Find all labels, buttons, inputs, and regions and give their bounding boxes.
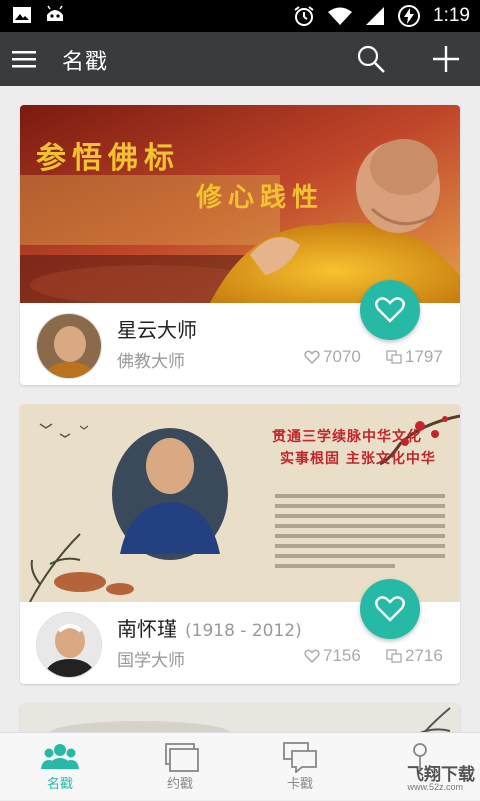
nav-label: 名戳 (46, 777, 73, 792)
people-icon (41, 744, 79, 769)
master-card[interactable] (20, 703, 460, 732)
app-bar: 名戳 (0, 32, 480, 86)
search-icon[interactable] (356, 44, 386, 74)
add-icon[interactable] (430, 43, 462, 75)
master-name: 星云大师 (117, 318, 197, 342)
heart-icon (375, 297, 405, 323)
watermark: 飞翔下载 www.52z.com (385, 760, 475, 798)
nav-label: 约戳 (166, 777, 193, 792)
heart-outline-icon (304, 649, 320, 663)
nav-item-mingchuo[interactable]: 名戳 (0, 733, 120, 801)
signal-icon (366, 7, 385, 25)
nav-label: 卡戳 (286, 777, 313, 792)
avatar[interactable] (36, 313, 102, 379)
chat-cards-icon (283, 742, 317, 773)
master-category: 佛教大师 (117, 352, 185, 372)
banner-slogan-2: 修心践性 (196, 183, 325, 213)
android-icon (47, 5, 63, 21)
master-years: (1918 - 2012) (185, 621, 302, 641)
master-category: 国学大师 (117, 651, 185, 671)
avatar[interactable] (36, 612, 102, 678)
share-icon (386, 649, 402, 663)
banner-slogan-1: 贯通三学续脉中华文化 (272, 429, 422, 445)
battery-charging-icon (398, 5, 421, 27)
status-bar: 1:19 (0, 0, 480, 32)
menu-icon[interactable] (12, 47, 36, 71)
heart-icon (375, 596, 405, 622)
master-name: 南怀瑾 (1918 - 2012) (117, 617, 302, 641)
banner-slogan-2: 实事根固 主张文化中华 (280, 451, 436, 467)
favorite-button[interactable] (360, 280, 420, 340)
share-count[interactable]: 1797 (386, 347, 443, 367)
feed-list[interactable]: 参悟佛标 修心践性 星云大师 佛教大师 7070 1797 贯通三学续脉中华文化… (0, 86, 480, 732)
card-banner[interactable] (20, 703, 460, 732)
banner-slogan-1: 参悟佛标 (36, 141, 180, 176)
cards-icon (165, 743, 199, 772)
page-title: 名戳 (62, 50, 109, 75)
watermark-url: www.52z.com (407, 782, 463, 792)
likes-count[interactable]: 7156 (304, 646, 361, 666)
favorite-button[interactable] (360, 579, 420, 639)
share-count[interactable]: 2716 (386, 646, 443, 666)
master-card[interactable]: 参悟佛标 修心践性 星云大师 佛教大师 7070 1797 (20, 105, 460, 385)
card-banner[interactable]: 贯通三学续脉中华文化 实事根固 主张文化中华 (20, 404, 460, 602)
wifi-icon (328, 7, 353, 25)
image-icon (13, 7, 31, 23)
master-card[interactable]: 贯通三学续脉中华文化 实事根固 主张文化中华 南怀瑾 (1918 - 2012) … (20, 404, 460, 684)
card-banner[interactable]: 参悟佛标 修心践性 (20, 105, 460, 303)
status-time: 1:19 (433, 5, 470, 26)
nav-item-yuechuo[interactable]: 约戳 (120, 733, 240, 801)
likes-count[interactable]: 7070 (304, 347, 361, 367)
nav-item-kachuo[interactable]: 卡戳 (240, 733, 360, 801)
alarm-icon (294, 6, 314, 26)
heart-outline-icon (304, 350, 320, 364)
share-icon (386, 350, 402, 364)
